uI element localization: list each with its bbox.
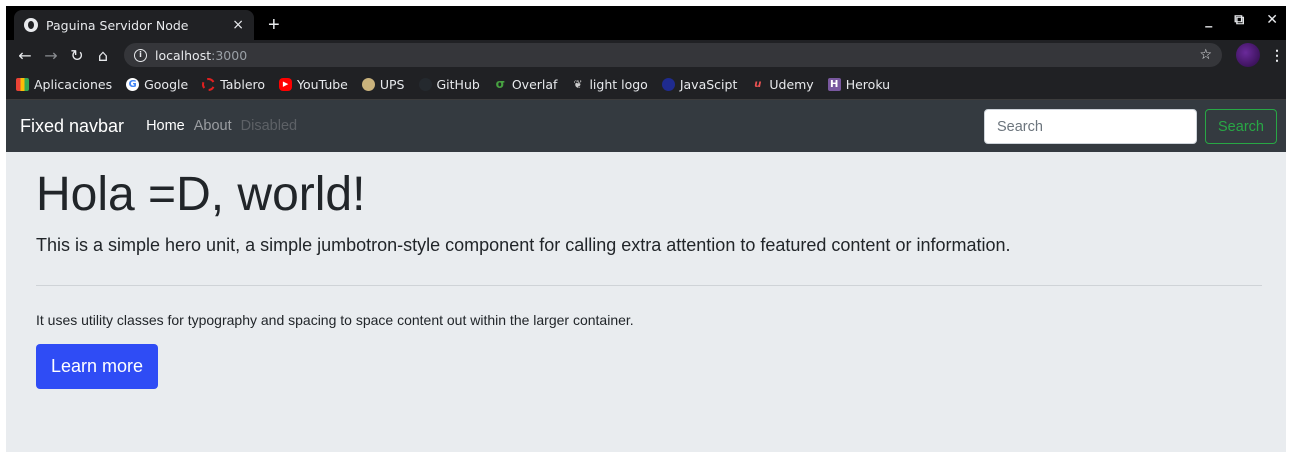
forward-icon[interactable]: → [38,46,64,65]
bookmark-label: YouTube [297,77,348,92]
bookmark-heroku[interactable]: H Heroku [827,77,891,92]
javascript-icon [661,78,675,91]
search-button[interactable]: Search [1205,109,1277,144]
navbar-brand[interactable]: Fixed navbar [20,116,124,137]
bookmark-label: JavaScipt [679,77,738,92]
google-icon: G [126,78,140,91]
body-text: It uses utility classes for typography a… [36,311,634,328]
browser-toolbar: ← → ↻ ⌂ i localhost:3000 ☆ ⋮ [6,40,1286,70]
youtube-icon: ▶ [279,78,293,91]
bookmark-javascript[interactable]: JavaScipt [661,77,738,92]
bookmark-label: Heroku [845,77,891,92]
bookmark-label: Tablero [220,77,266,92]
tab-title: Paguina Servidor Node [46,17,189,33]
github-icon [418,78,432,91]
bookmark-label: light logo [589,77,648,92]
bookmark-light-logo[interactable]: ❦ light logo [571,77,648,92]
browser-window: Paguina Servidor Node × + _ ⧉ ✕ ← → ↻ ⌂ … [6,6,1286,452]
overleaf-icon: σ [495,77,505,91]
site-navbar: Fixed navbar Home About Disabled Search [6,100,1286,152]
bookmark-label: Udemy [769,77,814,92]
nav-link-disabled: Disabled [240,118,298,134]
bookmark-github[interactable]: GitHub [418,77,480,92]
bookmark-overleaf[interactable]: σ Overlaf [494,77,558,92]
home-icon[interactable]: ⌂ [90,46,116,65]
light-logo-icon: ❦ [573,78,583,91]
browser-tab[interactable]: Paguina Servidor Node × [14,10,254,40]
divider [36,284,1262,286]
bookmark-youtube[interactable]: ▶ YouTube [279,77,348,92]
bookmark-label: Aplicaciones [34,77,113,92]
search-input[interactable] [984,109,1197,144]
search-form: Search [984,109,1277,144]
bookmarks-bar: Aplicaciones G Google Tablero ▶ YouTube … [6,70,1286,100]
star-icon[interactable]: ☆ [1199,47,1212,63]
url-host: localhost [155,47,212,63]
bookmark-label: UPS [379,77,405,92]
menu-icon[interactable]: ⋮ [1270,47,1284,64]
lead-text: This is a simple hero unit, a simple jum… [36,234,1011,255]
bookmark-ups[interactable]: UPS [361,77,405,92]
bookmark-label: Overlaf [511,77,558,92]
profile-avatar[interactable] [1236,43,1260,67]
info-icon[interactable]: i [134,48,147,62]
bookmark-label: GitHub [436,77,480,92]
nav-link-about[interactable]: About [194,118,232,134]
bookmark-aplicaciones[interactable]: Aplicaciones [16,77,112,92]
window-controls: _ ⧉ ✕ [1205,12,1278,28]
minimize-icon[interactable]: _ [1205,12,1212,28]
bookmark-label: Google [144,77,189,92]
bookmark-udemy[interactable]: u Udemy [751,77,813,92]
jumbotron: Hola =D, world! This is a simple hero un… [6,152,1286,389]
back-icon[interactable]: ← [12,46,38,65]
reload-icon[interactable]: ↻ [64,46,90,65]
heroku-icon: H [827,78,841,91]
apps-grid-icon [16,78,29,91]
nav-link-home[interactable]: Home [146,118,185,134]
ups-icon [361,78,375,91]
learn-more-button[interactable]: Learn more [36,343,159,389]
udemy-icon: u [754,79,762,90]
url-port: :3000 [211,47,248,63]
new-tab-icon[interactable]: + [268,15,280,35]
page-title: Hola =D, world! [36,168,366,221]
tab-close-icon[interactable]: × [232,17,244,33]
tab-strip: Paguina Servidor Node × + _ ⧉ ✕ [6,6,1286,40]
bookmark-tablero[interactable]: Tablero [202,77,265,92]
address-bar[interactable]: i localhost:3000 ☆ [124,43,1222,67]
globe-icon [24,18,38,32]
bookmark-google[interactable]: G Google [126,77,188,92]
restore-icon[interactable]: ⧉ [1234,12,1244,28]
tablero-icon [202,78,216,91]
close-window-icon[interactable]: ✕ [1266,12,1278,28]
